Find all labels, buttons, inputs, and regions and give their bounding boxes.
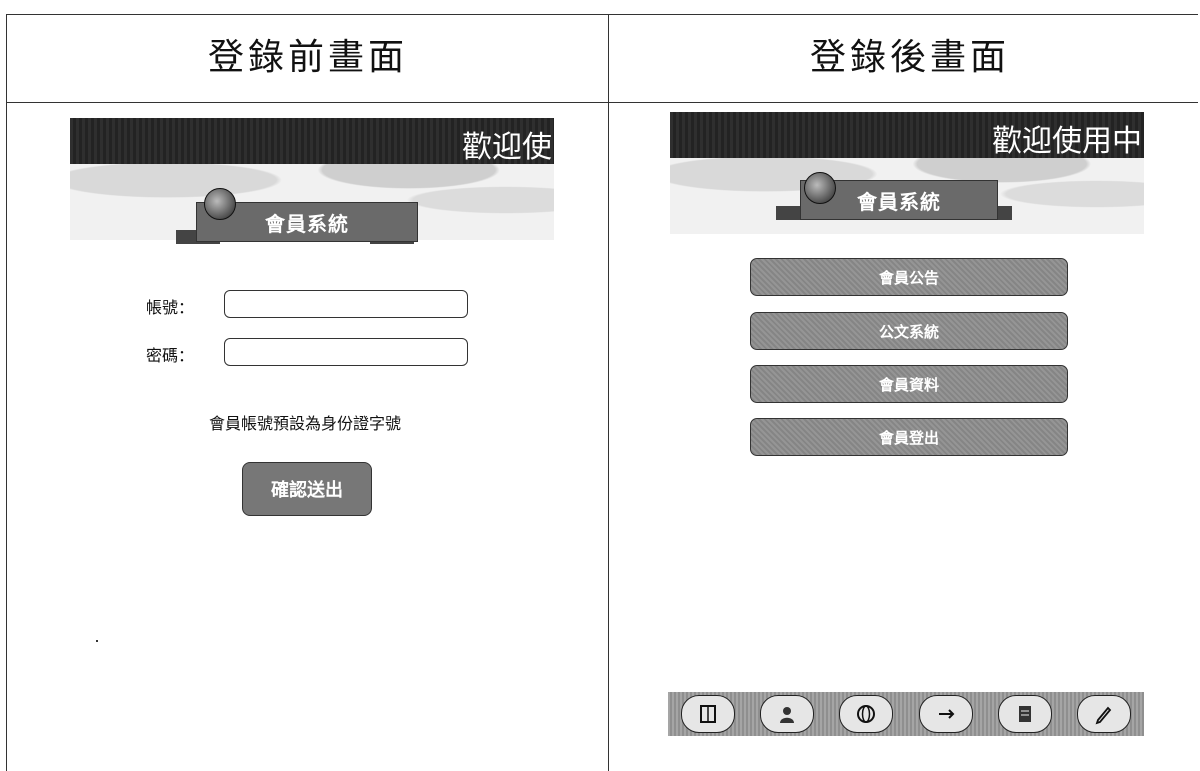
system-title-right: 會員系統 (857, 189, 941, 214)
account-hint: 會員帳號預設為身份證字號 (208, 414, 401, 433)
menu-announcements-button[interactable]: 會員公告 (750, 258, 1068, 296)
edit-icon[interactable] (1077, 695, 1132, 733)
system-title: 會員系統 (265, 211, 349, 236)
column-divider (608, 14, 609, 771)
document-icon[interactable] (997, 695, 1052, 733)
password-label: 密碼： (146, 346, 195, 365)
bottom-toolbar (668, 692, 1144, 736)
banner-text: 歡迎使 (462, 130, 552, 164)
header-divider (6, 102, 1198, 103)
submit-button[interactable]: 確認送出 (242, 462, 372, 516)
menu-profile-button[interactable]: 會員資料 (750, 365, 1068, 403)
globe-icon[interactable] (839, 695, 894, 733)
book-icon[interactable] (680, 695, 735, 733)
password-input[interactable] (224, 338, 468, 366)
welcome-banner: 歡迎使 (70, 118, 554, 164)
stray-dot (96, 640, 98, 642)
menu-documents-button[interactable]: 公文系統 (750, 312, 1068, 350)
account-label: 帳號： (146, 298, 195, 317)
link-icon[interactable] (918, 695, 973, 733)
banner-text-right: 歡迎使用中 (992, 124, 1142, 158)
account-input[interactable] (224, 290, 468, 318)
ladybug-icon (204, 188, 236, 220)
heading-before-login: 登錄前畫面 (207, 37, 408, 78)
welcome-banner-right: 歡迎使用中 (670, 112, 1144, 158)
menu-logout-button[interactable]: 會員登出 (750, 418, 1068, 456)
ladybug-icon-right (804, 172, 836, 204)
heading-after-login: 登錄後畫面 (809, 37, 1010, 78)
person-icon[interactable] (759, 695, 814, 733)
